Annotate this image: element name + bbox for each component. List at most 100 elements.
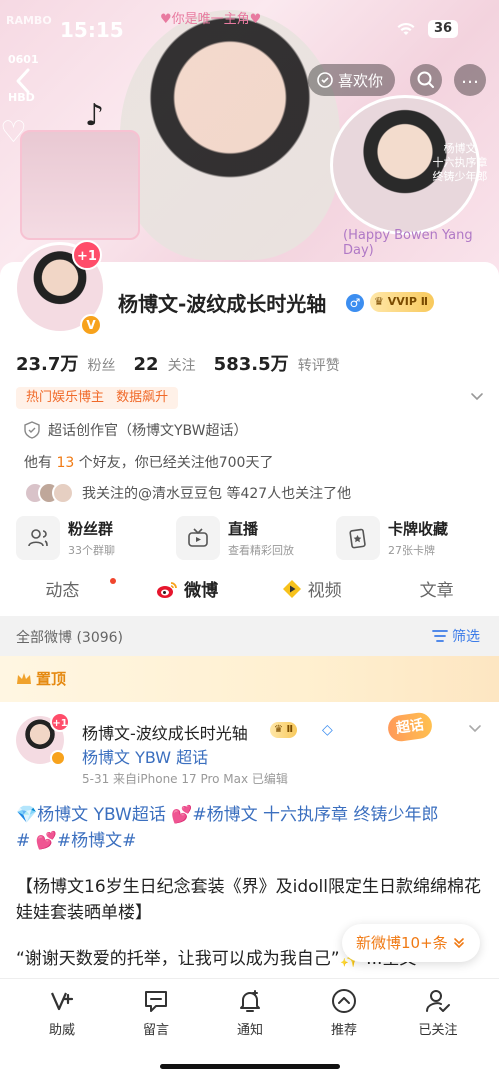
supertopic-cert[interactable]: 超话创作官（杨博文YBW超话）: [24, 420, 248, 440]
post-meta: 5-31 来自iPhone 17 Pro Max 已编辑: [82, 772, 288, 786]
message-button[interactable]: 留言: [116, 987, 196, 1038]
profile-tabs: 动态 微博 视频 文章: [0, 576, 499, 612]
crown-icon: ♛: [374, 295, 384, 308]
nav-label: 留言: [142, 1023, 169, 1038]
music-note-icon: ♪: [85, 98, 105, 133]
cert-text: 超话创作官（杨博文YBW超话）: [48, 423, 248, 439]
group-icon: [16, 516, 60, 560]
cheer-button[interactable]: 助威: [22, 987, 102, 1038]
post-body: 💎杨博文 YBW超话 💕#杨博文 十六执序章 终铸少年郎 # 💕#杨博文# 【杨…: [16, 802, 486, 992]
tab-label: 微博: [184, 581, 219, 601]
supertopic-tag[interactable]: 超话: [386, 711, 434, 743]
more-button[interactable]: …: [454, 64, 486, 96]
card-live[interactable]: 直播 查看精彩回放: [176, 514, 326, 562]
tab-articles[interactable]: 文章: [374, 576, 499, 612]
post-author[interactable]: 杨博文-波纹成长时光轴: [82, 720, 248, 744]
card-title: 卡牌收藏: [388, 520, 449, 538]
stat-interactions[interactable]: 583.5万 转评赞: [214, 350, 340, 376]
hashtag-link[interactable]: #: [16, 831, 30, 851]
status-bar: 15:15 36: [0, 18, 499, 42]
mutual-avatars: [24, 482, 76, 504]
cheer-icon: [50, 992, 74, 1011]
verified-icon: V: [80, 314, 102, 336]
card-icon: [336, 516, 380, 560]
friends-count[interactable]: 13: [56, 455, 74, 471]
tab-feed[interactable]: 动态: [0, 576, 125, 612]
banner-caption-line: 十六执序章: [432, 156, 488, 169]
card-sub: 查看精彩回放: [228, 544, 294, 557]
card-title: 直播: [228, 520, 259, 538]
profile-stats: 23.7万 粉丝 22 关注 583.5万 转评赞: [16, 350, 340, 376]
topic-link[interactable]: 💎杨博文 YBW超话: [16, 805, 166, 825]
message-icon: [145, 991, 167, 1012]
banner-caption: 杨博文 十六执序章 终铸少年郎: [430, 142, 490, 184]
tag-hot-blogger: 热门娱乐博主: [26, 390, 105, 405]
sticker-icon: [317, 72, 333, 88]
pinned-text: 置顶: [36, 670, 67, 688]
nav-label: 已关注: [418, 1023, 458, 1038]
chevron-down-icon[interactable]: [468, 388, 486, 406]
wifi-icon: [397, 22, 415, 35]
new-posts-pill[interactable]: 新微博10+条: [342, 924, 480, 962]
notify-button[interactable]: 通知: [210, 987, 290, 1038]
tag-data-rising: 数据飙升: [116, 390, 169, 405]
banner-caption-line: 杨博文: [443, 142, 477, 155]
tab-video[interactable]: 视频: [250, 576, 375, 612]
filter-button[interactable]: 筛选: [432, 626, 480, 646]
new-posts-label: 新微博10+条: [356, 934, 448, 952]
mini-avatar: [52, 482, 74, 504]
tab-label: 文章: [419, 581, 454, 601]
vip-level: Ⅱ: [286, 724, 294, 735]
diamond-icon: ◇: [322, 722, 333, 738]
hashtag-link[interactable]: #杨博文 十六执序章 终铸少年郎: [192, 805, 438, 825]
recommend-button[interactable]: 推荐: [304, 987, 384, 1038]
chevron-down-icon[interactable]: [466, 720, 484, 738]
hashtag-link[interactable]: #杨博文#: [57, 831, 137, 851]
stat-followers[interactable]: 23.7万 粉丝: [16, 350, 116, 376]
shield-icon: [24, 421, 40, 439]
card-fan-group[interactable]: 粉丝群 33个群聊: [16, 514, 166, 562]
all-posts-count[interactable]: 全部微博 (3096): [16, 627, 123, 647]
post-topic[interactable]: 杨博文 YBW 超话: [82, 744, 208, 768]
filter-bar: 全部微博 (3096) 筛选: [0, 616, 499, 656]
recommend-icon: [332, 989, 356, 1013]
nav-label: 助威: [48, 1023, 75, 1038]
like-you-button[interactable]: 喜欢你: [308, 64, 396, 96]
mutual-text: 我关注的@清水豆豆包 等427人也关注了他: [82, 486, 352, 502]
mutual-follow[interactable]: 我关注的@清水豆豆包 等427人也关注了他: [24, 482, 351, 504]
card-sub: 27张卡牌: [388, 544, 435, 557]
creator-tags[interactable]: 热门娱乐博主 数据飙升: [16, 387, 179, 409]
post-paragraph: 【杨博文16岁生日纪念套装《界》及idoll限定生日款绵绵棉花娃娃套装晒单楼】: [16, 877, 481, 923]
card-sub: 33个群聊: [68, 544, 115, 557]
emoji: 💕: [30, 831, 57, 851]
weibo-icon: [157, 582, 178, 598]
pinned-label: 置顶: [16, 668, 66, 689]
battery-indicator: 36: [428, 20, 458, 38]
profile-name: 杨博文-波纹成长时光轴: [118, 292, 327, 316]
emoji: 💕: [165, 805, 193, 825]
friends-prefix: 他有: [24, 455, 57, 471]
stat-value: 23.7万: [16, 354, 79, 375]
double-chevron-down-icon: [453, 938, 464, 949]
post-avatar-badge: +1: [50, 712, 70, 732]
search-button[interactable]: [410, 64, 442, 96]
banner-photo-left: [20, 130, 140, 240]
vip-badge: ♛ Ⅱ: [270, 722, 298, 738]
followed-button[interactable]: 已关注: [398, 987, 478, 1038]
home-indicator[interactable]: [160, 1064, 340, 1069]
stat-following[interactable]: 22 关注: [134, 354, 196, 375]
avatar-plus-badge[interactable]: +1: [72, 240, 102, 270]
stat-label: 转评赞: [297, 358, 340, 374]
card-title: 粉丝群: [68, 520, 114, 538]
tab-weibo[interactable]: 微博: [125, 576, 250, 612]
back-arrow-icon[interactable]: [12, 66, 34, 96]
vvip-badge[interactable]: ♛ VVIP Ⅱ: [370, 292, 434, 312]
like-you-label: 喜欢你: [338, 71, 384, 90]
card-collection[interactable]: 卡牌收藏 27张卡牌: [336, 514, 486, 562]
unread-dot: [110, 578, 116, 584]
male-icon: ♂: [346, 294, 364, 312]
followed-icon: [426, 990, 450, 1012]
video-icon: [283, 580, 302, 598]
banner-photo-main: [120, 10, 340, 260]
status-time: 15:15: [60, 18, 124, 42]
